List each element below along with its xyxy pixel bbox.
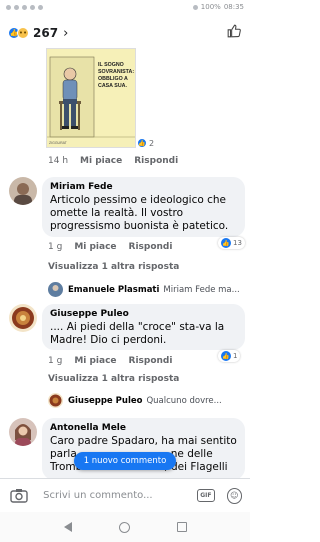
reply-link[interactable]: Rispondi <box>129 242 173 252</box>
status-bar: 100% 08:35 <box>0 0 250 14</box>
avatar <box>48 282 63 297</box>
comment-reactions[interactable]: 👍 13 <box>218 237 245 249</box>
wifi-icon <box>192 4 198 10</box>
comment-text: Articolo pessimo e ideologico che omette… <box>50 194 229 232</box>
battery-level: 100% <box>200 3 221 11</box>
comment-input[interactable]: Scrivi un commento... <box>43 485 193 507</box>
view-replies-link[interactable]: Visualizza 1 altra risposta <box>48 374 179 384</box>
reply-preview[interactable]: Emanuele Plasmati Miriam Fede ma... <box>48 282 240 297</box>
comment-composer: Scrivi un commento... GIF ☺ <box>0 478 250 512</box>
comment-text: .... Ai piedi della "croce" sta-va la Ma… <box>50 321 225 346</box>
comment-author[interactable]: Miriam Fede <box>50 182 237 192</box>
sad-reaction-icon: •• <box>17 27 29 39</box>
comment-time: 14 h <box>48 156 69 166</box>
notification-icon <box>38 4 43 10</box>
like-link[interactable]: Mi piace <box>80 156 122 166</box>
avatar[interactable] <box>9 304 37 332</box>
gif-button[interactable]: GIF <box>197 489 215 502</box>
back-icon[interactable] <box>63 522 72 532</box>
reply-link[interactable]: Rispondi <box>134 156 178 166</box>
recent-apps-icon[interactable] <box>176 522 187 532</box>
chevron-right-icon[interactable]: › <box>63 26 68 41</box>
avatar <box>48 393 63 408</box>
comment-time: 1 g <box>48 242 63 252</box>
reply-text: Qualcuno dovre... <box>146 395 222 406</box>
comment-bubble[interactable]: Antonella Mele Caro padre Spadaro, ha ma… <box>42 418 245 480</box>
reaction-icons: 👍 •• <box>8 27 29 39</box>
like-button[interactable] <box>227 24 241 42</box>
status-icons-right: 100% 08:35 <box>192 3 244 11</box>
avatar-image <box>9 177 37 205</box>
notification-icon <box>6 4 11 10</box>
new-comment-toast[interactable]: 1 nuovo commento <box>74 452 176 470</box>
like-reaction-icon: 👍 <box>221 351 231 361</box>
comment-time: 1 g <box>48 356 63 366</box>
reaction-count: 267 <box>33 26 59 40</box>
like-reaction-icon: 👍 <box>137 138 147 148</box>
reply-text: Miriam Fede ma... <box>163 284 240 295</box>
avatar-image <box>48 282 63 297</box>
reaction-count: 1 <box>233 352 238 360</box>
camera-button[interactable] <box>8 485 29 507</box>
like-link[interactable]: Mi piace <box>74 356 116 366</box>
emoji-button[interactable]: ☺ <box>226 487 243 504</box>
notification-icon <box>30 4 35 10</box>
reply-author: Giuseppe Puleo <box>68 395 143 406</box>
comment-meta: 1 g Mi piace Rispondi <box>48 242 172 252</box>
status-icons-left <box>6 4 43 10</box>
thumbs-up-icon <box>227 24 241 38</box>
comment-author[interactable]: Antonella Mele <box>50 423 237 433</box>
like-link[interactable]: Mi piace <box>74 242 116 252</box>
image-reaction-count: 2 <box>149 138 155 148</box>
reactions-header[interactable]: 👍 •• 267 › <box>0 20 250 46</box>
comment-meta: 1 g Mi piace Rispondi <box>48 356 172 366</box>
system-nav-bar <box>0 512 250 542</box>
notification-icon <box>22 4 27 10</box>
notification-icon <box>14 4 19 10</box>
view-replies-link[interactable]: Visualizza 1 altra risposta <box>48 262 179 272</box>
avatar-image <box>48 393 63 408</box>
comment-image[interactable]: IL SOGNO SOVRANISTA: OBBLIGO A CASA SUA.… <box>46 48 136 148</box>
avatar[interactable] <box>9 418 37 446</box>
comment-bubble[interactable]: Giuseppe Puleo .... Ai piedi della "croc… <box>42 304 245 350</box>
comment-bubble[interactable]: Miriam Fede Articolo pessimo e ideologic… <box>42 177 245 237</box>
image-reaction-badge[interactable]: 👍 2 <box>137 138 154 148</box>
smile-icon: ☺ <box>230 491 239 500</box>
reply-author: Emanuele Plasmati <box>68 284 160 295</box>
comment-meta: 14 h Mi piace Rispondi <box>48 156 178 166</box>
cartoon-signature: ZIGGURAT <box>49 141 67 145</box>
camera-icon <box>9 489 28 503</box>
clock: 08:35 <box>223 3 244 11</box>
comment-author[interactable]: Giuseppe Puleo <box>50 309 237 319</box>
reply-link[interactable]: Rispondi <box>129 356 173 366</box>
avatar[interactable] <box>9 177 37 205</box>
avatar-image <box>9 418 37 446</box>
reaction-count: 13 <box>233 239 242 247</box>
like-reaction-icon: 👍 <box>221 238 231 248</box>
home-icon[interactable] <box>118 521 130 533</box>
avatar-image <box>9 304 37 332</box>
reply-preview[interactable]: Giuseppe Puleo Qualcuno dovre... <box>48 393 222 408</box>
comment-reactions[interactable]: 👍 1 <box>218 350 241 362</box>
cartoon-caption: IL SOGNO SOVRANISTA: OBBLIGO A CASA SUA. <box>98 62 135 89</box>
